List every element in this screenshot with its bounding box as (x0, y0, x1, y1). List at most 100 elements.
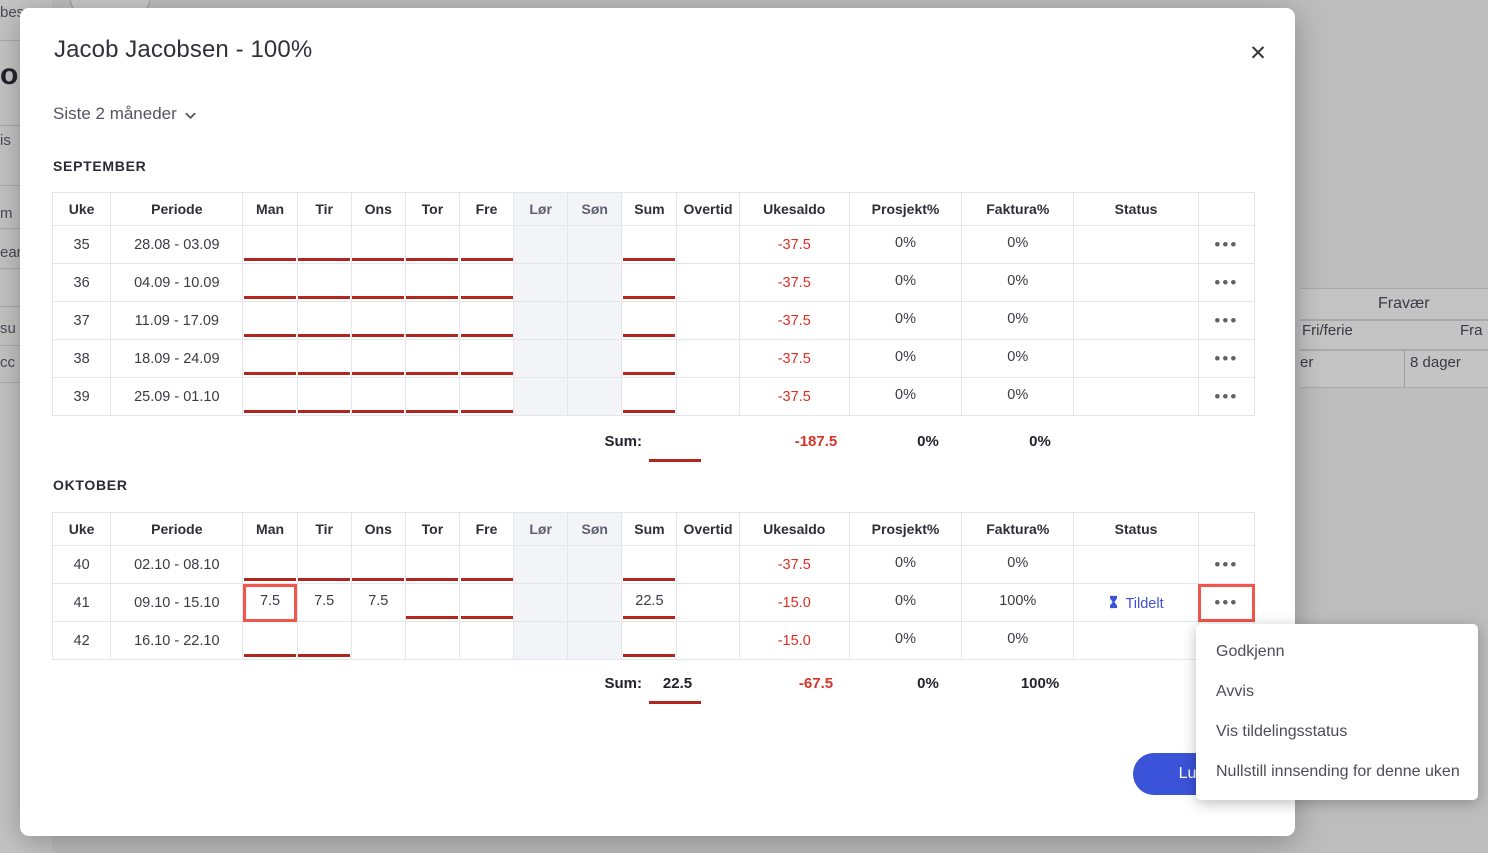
cell-overtid[interactable] (677, 622, 739, 660)
cell-man[interactable] (243, 378, 297, 416)
cell-fre[interactable] (459, 264, 513, 302)
cell-ons[interactable] (351, 622, 405, 660)
cell-son[interactable] (568, 584, 622, 622)
cell-faktura: 100% (962, 584, 1074, 622)
cell-sum: 22.5 (622, 584, 677, 622)
cell-lor[interactable] (514, 302, 568, 340)
cell-son[interactable] (568, 340, 622, 378)
cell-man[interactable] (243, 546, 297, 584)
cell-tir[interactable] (297, 546, 351, 584)
cell-son[interactable] (568, 622, 622, 660)
cell-overtid[interactable] (677, 340, 739, 378)
totals-label-september: Sum: (542, 433, 642, 450)
menu-item[interactable]: Nullstill innsending for denne uken (1196, 752, 1478, 792)
cell-tor[interactable] (405, 584, 459, 622)
cell-faktura: 0% (962, 302, 1074, 340)
cell-tor[interactable] (405, 264, 459, 302)
status-badge (1074, 302, 1198, 340)
cell-fre[interactable] (459, 546, 513, 584)
cell-ons[interactable] (351, 302, 405, 340)
status-badge (1074, 378, 1198, 416)
menu-item[interactable]: Godkjenn (1196, 632, 1478, 672)
cell-lor[interactable] (514, 622, 568, 660)
cell-value (406, 281, 459, 285)
cell-man[interactable]: 7.5 (243, 584, 297, 622)
cell-value (406, 563, 459, 567)
cell-overtid[interactable] (677, 226, 739, 264)
cell-man[interactable] (243, 264, 297, 302)
row-actions-dots-icon[interactable]: ••• (1198, 340, 1254, 378)
cell-value (677, 281, 738, 285)
cell-tir[interactable] (297, 378, 351, 416)
cell-tir[interactable] (297, 226, 351, 264)
cell-overtid[interactable] (677, 378, 739, 416)
cell-son[interactable] (568, 302, 622, 340)
cell-tor[interactable] (405, 622, 459, 660)
cell-lor[interactable] (514, 340, 568, 378)
cell-overtid[interactable] (677, 264, 739, 302)
cell-fre[interactable] (459, 302, 513, 340)
cell-son[interactable] (568, 226, 622, 264)
cell-tor[interactable] (405, 546, 459, 584)
cell-man[interactable] (243, 302, 297, 340)
menu-item[interactable]: Vis tildelingsstatus (1196, 712, 1478, 752)
period-range-selector[interactable]: Siste 2 måneder (53, 104, 197, 124)
cell-fre[interactable] (459, 226, 513, 264)
cell-tir[interactable] (297, 302, 351, 340)
cell-ons[interactable] (351, 226, 405, 264)
cell-tir[interactable] (297, 622, 351, 660)
row-actions-dots-icon[interactable]: ••• (1198, 378, 1254, 416)
missing-hours-underline (244, 372, 296, 375)
row-actions-dots-icon[interactable]: ••• (1198, 264, 1254, 302)
cell-son[interactable] (568, 264, 622, 302)
cell-lor[interactable] (514, 546, 568, 584)
cell-value (677, 639, 738, 643)
cell-fre[interactable] (459, 340, 513, 378)
cell-tor[interactable] (405, 378, 459, 416)
cell-overtid[interactable] (677, 546, 739, 584)
month-heading-oktober: OKTOBER (53, 477, 128, 493)
cell-lor[interactable] (514, 584, 568, 622)
row-actions-dots-icon[interactable]: ••• (1198, 546, 1254, 584)
cell-fre[interactable] (459, 622, 513, 660)
cell-value (568, 243, 621, 247)
cell-man[interactable] (243, 226, 297, 264)
cell-tir[interactable]: 7.5 (297, 584, 351, 622)
cell-man[interactable] (243, 622, 297, 660)
missing-hours-underline (244, 578, 296, 581)
cell-fre[interactable] (459, 584, 513, 622)
cell-ons[interactable] (351, 264, 405, 302)
row-actions-dots-icon[interactable]: ••• (1198, 302, 1254, 340)
cell-tor[interactable] (405, 302, 459, 340)
cell-value (460, 563, 513, 567)
cell-overtid[interactable] (677, 302, 739, 340)
cell-ons[interactable] (351, 378, 405, 416)
cell-tir[interactable] (297, 264, 351, 302)
cell-overtid[interactable] (677, 584, 739, 622)
cell-lor[interactable] (514, 264, 568, 302)
cell-tir[interactable] (297, 340, 351, 378)
row-actions-dots-icon[interactable]: ••• (1198, 584, 1254, 622)
cell-tor[interactable] (405, 226, 459, 264)
cell-lor[interactable] (514, 226, 568, 264)
cell-value: 0% (850, 593, 961, 613)
row-actions-dots-icon[interactable]: ••• (1198, 226, 1254, 264)
cell-value (243, 281, 296, 285)
status-badge[interactable]: Tildelt (1074, 584, 1198, 622)
menu-item[interactable]: Avvis (1196, 672, 1478, 712)
missing-hours-underline (352, 334, 404, 337)
cell-son[interactable] (568, 378, 622, 416)
cell-fre[interactable] (459, 378, 513, 416)
column-header-man: Man (243, 513, 297, 546)
cell-ons[interactable]: 7.5 (351, 584, 405, 622)
cell-value: 0% (850, 273, 961, 293)
cell-son[interactable] (568, 546, 622, 584)
cell-value (298, 281, 351, 285)
cell-ons[interactable] (351, 546, 405, 584)
cell-lor[interactable] (514, 378, 568, 416)
cell-ons[interactable] (351, 340, 405, 378)
cell-tor[interactable] (405, 340, 459, 378)
close-icon[interactable]: ✕ (1241, 36, 1275, 70)
cell-man[interactable] (243, 340, 297, 378)
missing-hours-underline (406, 578, 458, 581)
